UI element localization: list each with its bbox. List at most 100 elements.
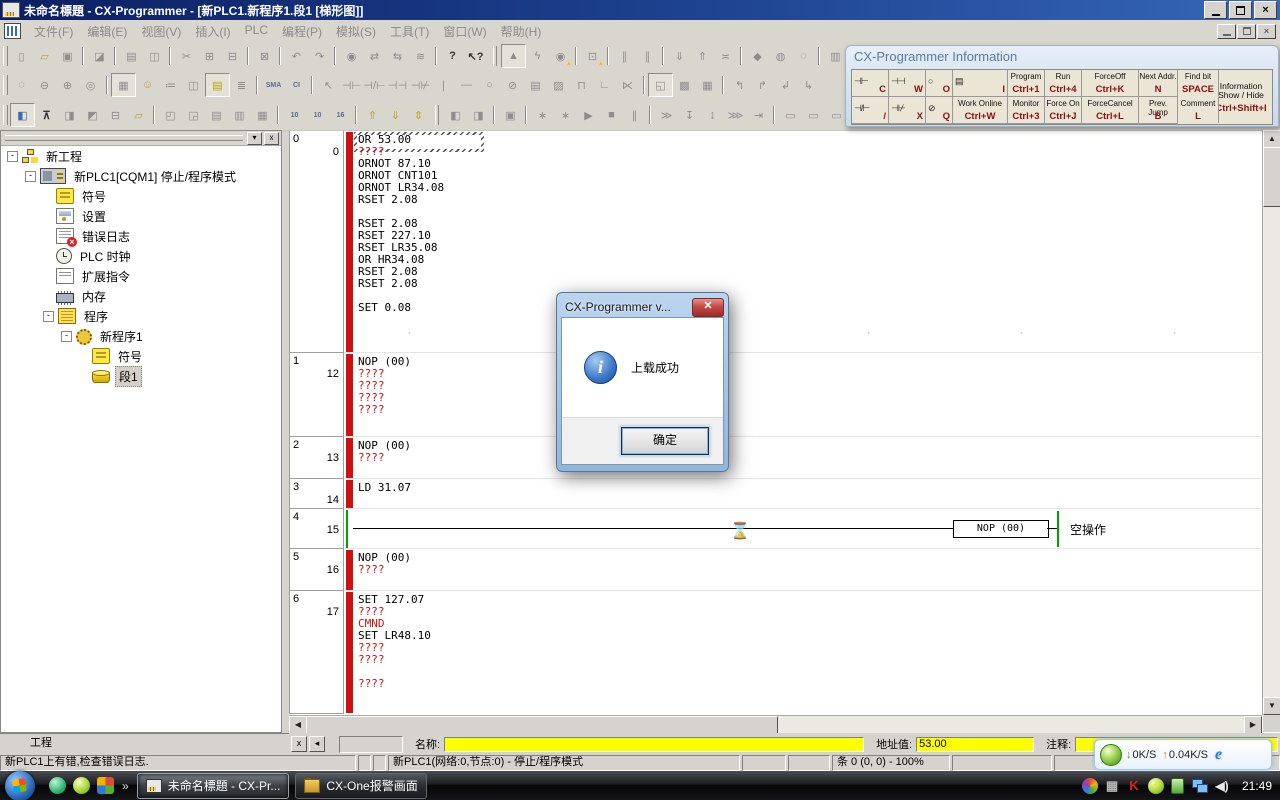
- scroll-left-button[interactable]: ◀: [289, 716, 307, 734]
- compare-with-plc-button[interactable]: ≍: [714, 45, 737, 67]
- scroll-down-button[interactable]: ▼: [1263, 697, 1280, 715]
- tree-item-label[interactable]: 新PLC1[CQM1] 停止/程序模式: [71, 167, 239, 186]
- clear-breakpoint-button[interactable]: ▭: [802, 104, 825, 126]
- window-cascade-button[interactable]: ▥: [824, 45, 847, 67]
- save-button[interactable]: ▣: [56, 45, 79, 67]
- ladder-rows[interactable]: 0 0 OR 53.00????ORNOT 87.10ORNOT CNT101O…: [289, 130, 1262, 714]
- minimize-button[interactable]: [1204, 1, 1227, 19]
- run-button[interactable]: ▶: [577, 104, 600, 126]
- properties-button[interactable]: ▱: [127, 104, 150, 126]
- hex-monitor-button[interactable]: 16: [329, 104, 352, 126]
- menu-item[interactable]: PLC: [245, 23, 268, 40]
- tree-expander[interactable]: [43, 212, 52, 221]
- restore-button[interactable]: [1229, 1, 1252, 19]
- tree-expander[interactable]: -: [7, 151, 18, 162]
- find-button[interactable]: ◉: [340, 45, 363, 67]
- start-button[interactable]: [5, 771, 35, 800]
- tree-item[interactable]: 段1: [1, 366, 281, 386]
- tree-item[interactable]: 内存: [1, 286, 281, 306]
- jump-next-input-button[interactable]: ↳: [797, 74, 820, 96]
- watch-sheet-button[interactable]: ▣: [499, 104, 522, 126]
- rung-margin[interactable]: 6 17: [289, 590, 344, 714]
- stack-view-button[interactable]: ▩: [673, 74, 696, 96]
- tree-expander[interactable]: [43, 232, 52, 241]
- rung-body[interactable]: OR 53.00????ORNOT 87.10ORNOT CNT101ORNOT…: [344, 130, 1262, 353]
- dialog-close-button[interactable]: ✕: [692, 298, 724, 317]
- tree-expander[interactable]: [43, 252, 52, 261]
- rung-margin[interactable]: 4 15: [289, 508, 344, 549]
- force-off-button[interactable]: ⇓: [384, 104, 407, 126]
- auto-online-button[interactable]: ϟ: [526, 45, 549, 67]
- tree-item-label[interactable]: 设置: [79, 207, 109, 226]
- new-button[interactable]: ▯: [10, 45, 33, 67]
- tree-item-label[interactable]: 符号: [79, 187, 109, 206]
- transfer-window-button[interactable]: ◨: [58, 104, 81, 126]
- new-return-button[interactable]: ∟: [593, 74, 616, 96]
- decimal-monitor-button[interactable]: 10: [283, 104, 306, 126]
- address-comment-button[interactable]: ◲: [182, 104, 205, 126]
- mdi-document-icon[interactable]: [4, 23, 21, 39]
- menu-item[interactable]: 工具(T): [390, 23, 429, 40]
- monitor-window-button[interactable]: ◧: [444, 104, 467, 126]
- rung-body[interactable]: NOP (00)????: [344, 436, 1262, 479]
- set-breakpoint-button[interactable]: ▭: [779, 104, 802, 126]
- rung-margin[interactable]: 3 14: [289, 478, 344, 509]
- jump-next-output-button[interactable]: ↲: [774, 74, 797, 96]
- watch-window-button[interactable]: ◨: [467, 104, 490, 126]
- mnemonic-line[interactable]: SET 0.08: [358, 301, 411, 314]
- mnemonic-line[interactable]: ????: [358, 451, 385, 464]
- tree-expander[interactable]: [43, 192, 52, 201]
- address-reference-button[interactable]: ≋: [409, 45, 432, 67]
- browser-icon[interactable]: e: [1215, 746, 1222, 764]
- mnemonic-line[interactable]: RSET 2.08: [358, 277, 418, 290]
- menu-item[interactable]: 插入(I): [195, 23, 230, 40]
- ok-button[interactable]: 确定: [621, 427, 709, 455]
- security-launcher-icon[interactable]: [73, 777, 90, 794]
- tree-item-label[interactable]: 扩展指令: [79, 267, 133, 286]
- mnemonic-line[interactable]: ????: [358, 403, 385, 416]
- tree-expander[interactable]: -: [25, 171, 36, 182]
- monitor-in-rung-button[interactable]: ◫: [182, 74, 205, 96]
- network-tray-icon[interactable]: [1192, 778, 1208, 794]
- menu-item[interactable]: 编程(P): [282, 23, 322, 40]
- upload-from-plc-button[interactable]: ⇑: [691, 45, 714, 67]
- jump-next-reference-button[interactable]: ↰: [728, 74, 751, 96]
- tree-expander[interactable]: -: [43, 311, 54, 322]
- cut-button[interactable]: ✂: [175, 45, 198, 67]
- horizontal-scrollbar[interactable]: ◀ ▶: [289, 715, 1262, 733]
- compare-window-button[interactable]: ◩: [81, 104, 104, 126]
- stop-button[interactable]: ■: [600, 104, 623, 126]
- ladder-view-button[interactable]: ▤: [205, 73, 230, 97]
- messenger-icon[interactable]: [49, 777, 66, 794]
- tree-item[interactable]: - 新PLC1[CQM1] 停止/程序模式: [1, 166, 281, 186]
- pause-program-button[interactable]: ∥: [623, 104, 646, 126]
- new-or-contact-button[interactable]: ⊣⊣: [386, 74, 409, 96]
- dialog-title-bar[interactable]: CX-Programmer v... ✕: [561, 297, 724, 317]
- menu-item[interactable]: 模拟(S): [336, 23, 376, 40]
- step-in-button[interactable]: ↧: [678, 104, 701, 126]
- menu-item[interactable]: 编辑(E): [87, 23, 127, 40]
- print-preview-button[interactable]: ◫: [143, 45, 166, 67]
- tree-expander[interactable]: [79, 352, 88, 361]
- mnemonic-tree-button[interactable]: ≣: [230, 74, 253, 96]
- tree-expander[interactable]: [43, 292, 52, 301]
- tree-item-label[interactable]: 程序: [81, 307, 111, 326]
- print-button[interactable]: ▤: [120, 45, 143, 67]
- network-speed-widget[interactable]: ↓ 0K/S ↑ 0.04K/S e: [1094, 739, 1272, 770]
- pause-monitor-button[interactable]: ∗: [531, 104, 554, 126]
- rung-margin[interactable]: 0 0: [289, 130, 344, 353]
- address-value-input[interactable]: [916, 737, 1034, 752]
- horizontal-scroll-thumb[interactable]: [306, 716, 778, 734]
- tree-expander[interactable]: [43, 272, 52, 281]
- data-table-button[interactable]: ▦: [251, 104, 274, 126]
- rung-margin[interactable]: 1 12: [289, 352, 344, 437]
- mnemonic-line[interactable]: ????: [358, 563, 385, 576]
- scan-run-button[interactable]: ⇥: [747, 104, 770, 126]
- step-over-button[interactable]: ↨: [701, 104, 724, 126]
- pause-simulator-button[interactable]: ∥: [613, 45, 636, 67]
- mnemonic-line[interactable]: ????: [358, 653, 385, 666]
- antivirus-tray-icon[interactable]: K: [1126, 778, 1142, 794]
- tree-item[interactable]: 扩展指令: [1, 266, 281, 286]
- zoom-100-button[interactable]: ◎: [79, 74, 102, 96]
- jump-previous-reference-button[interactable]: ↱: [751, 74, 774, 96]
